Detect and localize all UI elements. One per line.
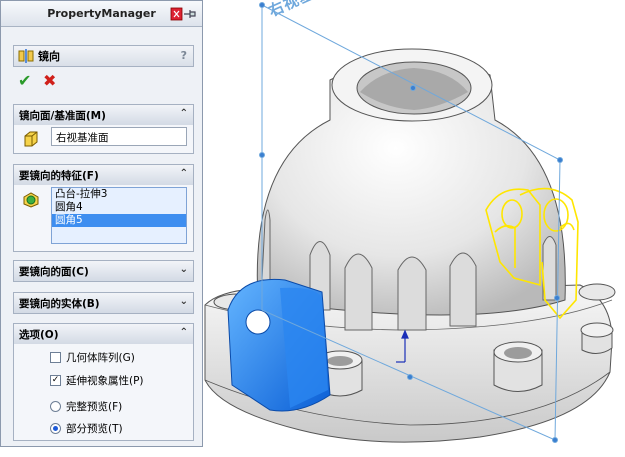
propagate-visual-checkbox[interactable]: ✓ 延伸视象属性(P) [50, 373, 144, 388]
radio-selected[interactable] [50, 423, 61, 434]
bodies-group-title: 要镜向的实体(B) [19, 297, 100, 310]
selected-feature-highlight[interactable] [227, 278, 331, 412]
graphics-viewport[interactable] [203, 0, 625, 457]
ok-button[interactable]: ✔ [18, 73, 31, 89]
partial-preview-radio[interactable]: 部分预览(T) [50, 421, 123, 436]
full-preview-radio[interactable]: 完整预览(F) [50, 399, 122, 414]
list-item[interactable]: 凸台-拉伸3 [52, 188, 186, 201]
partial-preview-label: 部分预览(T) [66, 423, 123, 435]
features-selection-icon [23, 192, 39, 208]
checkbox-checked[interactable]: ✓ [50, 375, 61, 386]
radio-unselected[interactable] [50, 401, 61, 412]
propagate-visual-label: 延伸视象属性(P) [66, 375, 144, 387]
feature-title-label: 镜向 [38, 50, 60, 63]
cancel-button[interactable]: ✖ [43, 73, 56, 89]
bodies-group-header[interactable]: 要镜向的实体(B) ⌄ [14, 293, 193, 313]
collapse-chevron-icon[interactable]: ⌃ [180, 168, 188, 179]
mirror-face-group: 镜向面/基准面(M) ⌃ 右视基准面 [13, 104, 194, 154]
property-manager-panel: PropertyManager 镜向 ? ✔ ✖ 镜向面/基准面(M) ⌃ 右视… [0, 0, 203, 447]
checkbox-unchecked[interactable] [50, 352, 61, 363]
list-item[interactable]: 圆角4 [52, 201, 186, 214]
mirror-feature-icon [18, 49, 34, 63]
expand-chevron-icon[interactable]: ⌄ [180, 264, 188, 275]
geometry-pattern-checkbox[interactable]: 几何体阵列(G) [50, 350, 135, 365]
geometry-pattern-label: 几何体阵列(G) [66, 352, 135, 364]
options-group: 选项(O) ⌃ 几何体阵列(G) ✓ 延伸视象属性(P) 完整预览(F) 部分预… [13, 323, 194, 441]
faces-group-title: 要镜向的面(C) [19, 265, 89, 278]
bodies-to-mirror-group[interactable]: 要镜向的实体(B) ⌄ [13, 292, 194, 314]
collapse-chevron-icon[interactable]: ⌃ [180, 327, 188, 338]
property-manager-header: PropertyManager [1, 1, 202, 27]
options-group-title: 选项(O) [19, 328, 59, 341]
list-item-selected[interactable]: 圆角5 [52, 214, 186, 227]
collapse-chevron-icon[interactable]: ⌃ [180, 108, 188, 119]
mirror-face-group-header[interactable]: 镜向面/基准面(M) ⌃ [14, 105, 193, 125]
faces-to-mirror-group[interactable]: 要镜向的面(C) ⌄ [13, 260, 194, 282]
plane-selection-icon [24, 131, 38, 147]
features-group-header[interactable]: 要镜向的特征(F) ⌃ [14, 165, 193, 185]
pin-icon[interactable] [170, 7, 196, 21]
property-manager-title: PropertyManager [47, 7, 156, 20]
features-to-mirror-group: 要镜向的特征(F) ⌃ 凸台-拉伸3 圆角4 圆角5 [13, 164, 194, 252]
mirror-face-group-title: 镜向面/基准面(M) [19, 109, 106, 122]
faces-group-header[interactable]: 要镜向的面(C) ⌄ [14, 261, 193, 281]
expand-chevron-icon[interactable]: ⌄ [180, 296, 188, 307]
full-preview-label: 完整预览(F) [66, 401, 123, 413]
mirror-plane-field[interactable]: 右视基准面 [51, 127, 187, 146]
help-icon[interactable]: ? [181, 49, 187, 62]
features-group-title: 要镜向的特征(F) [19, 169, 99, 182]
mirror-feature-title: 镜向 ? [13, 45, 194, 67]
features-list[interactable]: 凸台-拉伸3 圆角4 圆角5 [51, 187, 187, 244]
options-group-header[interactable]: 选项(O) ⌃ [14, 324, 193, 344]
